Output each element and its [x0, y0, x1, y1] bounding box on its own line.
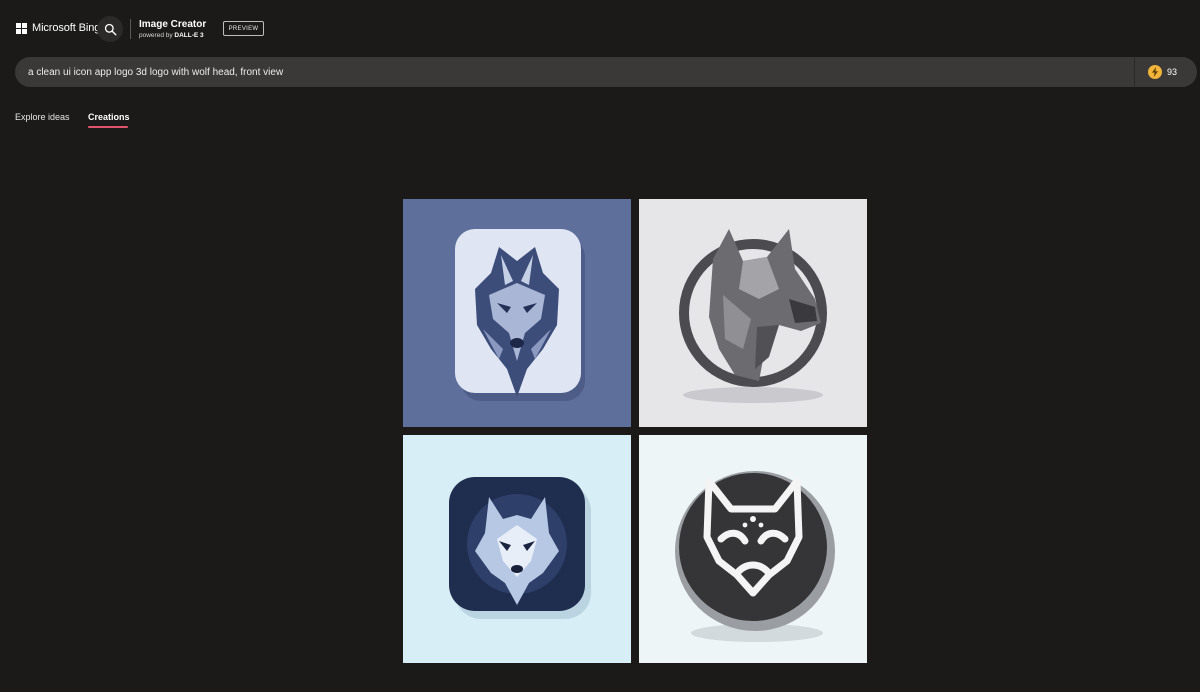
powered-by-prefix: powered by [139, 32, 173, 39]
header: Microsoft Bing Image Creator powered by … [0, 0, 1200, 58]
app-title[interactable]: Image Creator powered by DALL-E 3 [139, 19, 206, 40]
tab-explore-ideas[interactable]: Explore ideas [15, 112, 70, 122]
generated-image-2[interactable] [639, 199, 867, 427]
boosts-count: 93 [1167, 67, 1178, 77]
prompt-input[interactable] [28, 57, 1128, 87]
active-tab-indicator [88, 126, 128, 128]
brand-label: Microsoft Bing [32, 22, 101, 34]
wolf-logo-image [403, 199, 631, 427]
microsoft-logo-icon [16, 22, 27, 34]
generated-image-4[interactable] [639, 435, 867, 663]
wolf-logo-image [403, 435, 631, 663]
prompt-bar: 93 [15, 57, 1197, 87]
powered-by-model: DALL-E 3 [174, 32, 204, 39]
generated-image-3[interactable] [403, 435, 631, 663]
boost-coin [1148, 65, 1162, 79]
microsoft-bing-home-link[interactable]: Microsoft Bing [16, 22, 100, 34]
search-icon [104, 23, 117, 36]
header-divider [130, 19, 131, 39]
wolf-logo-image [639, 199, 867, 427]
wolf-logo-image [639, 435, 867, 663]
tab-creations[interactable]: Creations [88, 112, 130, 122]
boosts-indicator[interactable]: 93 [1134, 57, 1198, 87]
preview-badge: PREVIEW [223, 21, 264, 36]
app-title-label: Image Creator [139, 19, 207, 30]
generated-image-1[interactable] [403, 199, 631, 427]
lightning-bolt-icon [1152, 67, 1158, 77]
search-button[interactable] [97, 16, 123, 42]
powered-by-text: powered by DALL-E 3 [139, 32, 206, 40]
